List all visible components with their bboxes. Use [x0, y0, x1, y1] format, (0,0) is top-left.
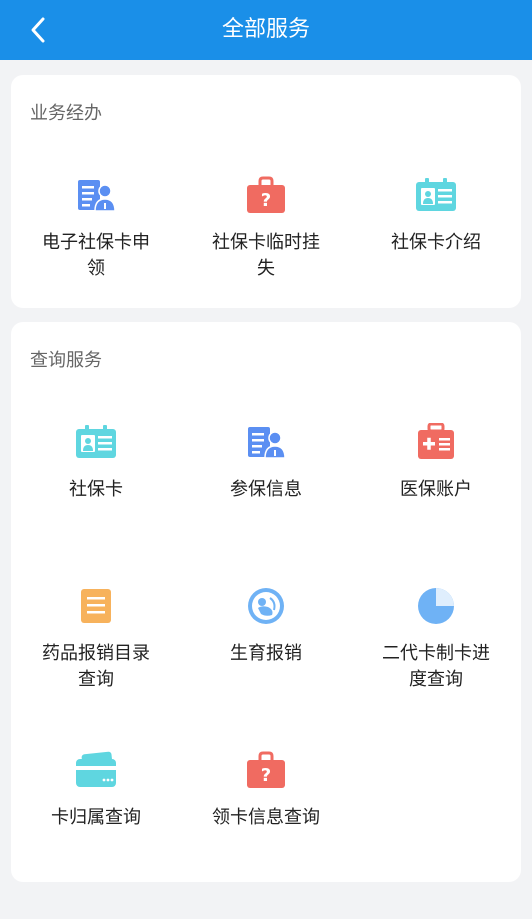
section-title: 业务经办 [30, 103, 102, 124]
back-button[interactable] [22, 14, 54, 46]
top-app-bar [0, 0, 532, 60]
service-label: 电子社保卡申领 [42, 232, 150, 279]
service-item-temp-loss[interactable]: ? 社保卡临时挂失 [181, 172, 351, 282]
svg-text:?: ? [261, 765, 271, 786]
service-label: 社保卡临时挂失 [212, 232, 320, 279]
section-business-card: 业务经办 电子社保卡申领 ? 社保卡临时挂失 社保卡介绍 [11, 75, 521, 308]
svg-text:?: ? [261, 190, 271, 211]
service-label: 社保卡 [69, 479, 123, 500]
section-query-card: 查询服务 社保卡 参保信息 医保账户 药品报销目录查询 生育报销 二代卡制卡进度… [11, 322, 521, 882]
service-label: 医保账户 [400, 479, 472, 500]
service-label: 领卡信息查询 [212, 807, 320, 828]
baby-icon [243, 583, 289, 629]
service-item-insurance-info[interactable]: 参保信息 [181, 419, 351, 503]
wallet-card-icon [73, 747, 119, 793]
service-item-social-card[interactable]: 社保卡 [11, 419, 181, 503]
service-item-drug-catalog[interactable]: 药品报销目录查询 [11, 583, 181, 693]
service-item-card-ownership[interactable]: 卡归属查询 [11, 747, 181, 831]
medical-kit-icon [413, 419, 459, 465]
service-label: 卡归属查询 [51, 807, 141, 828]
service-item-card-intro[interactable]: 社保卡介绍 [351, 172, 521, 256]
id-card-icon [73, 419, 119, 465]
service-label: 参保信息 [230, 479, 302, 500]
service-item-e-social-card[interactable]: 电子社保卡申领 [11, 172, 181, 282]
service-item-card-progress[interactable]: 二代卡制卡进度查询 [351, 583, 521, 693]
document-list-icon [73, 583, 119, 629]
service-label: 二代卡制卡进度查询 [382, 643, 490, 690]
service-item-medical-account[interactable]: 医保账户 [351, 419, 521, 503]
service-item-card-pickup-info[interactable]: ? 领卡信息查询 [181, 747, 351, 831]
question-bag-icon: ? [243, 747, 289, 793]
id-card-icon [413, 172, 459, 218]
section-title: 查询服务 [30, 350, 102, 371]
chevron-left-icon [31, 17, 45, 43]
question-bag-icon: ? [243, 172, 289, 218]
service-label: 社保卡介绍 [391, 232, 481, 253]
pie-progress-icon [413, 583, 459, 629]
id-person-icon [243, 419, 289, 465]
service-item-maternity[interactable]: 生育报销 [181, 583, 351, 667]
id-person-icon [73, 172, 119, 218]
service-label: 生育报销 [230, 643, 302, 664]
service-label: 药品报销目录查询 [42, 643, 150, 690]
